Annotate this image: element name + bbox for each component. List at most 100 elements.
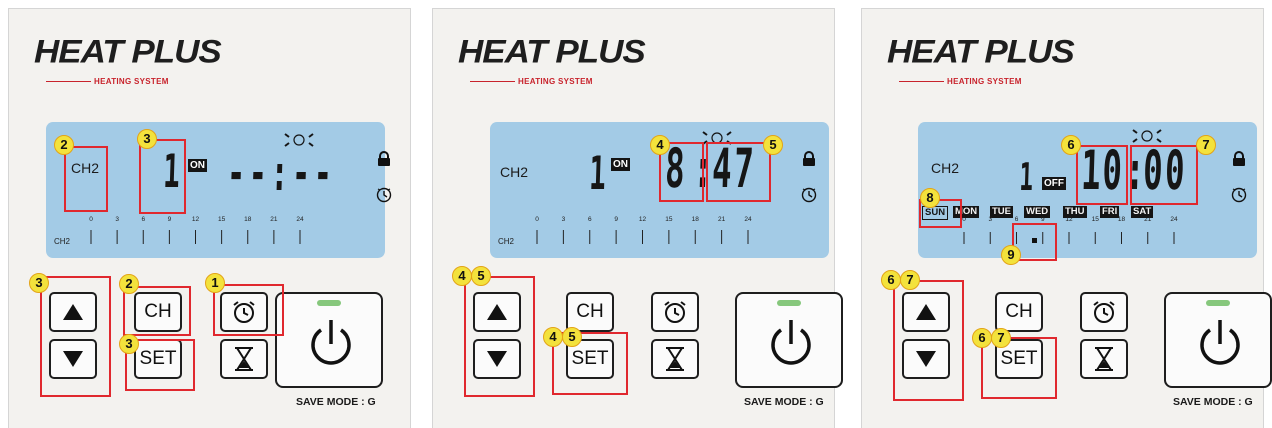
scale-label: 24: [1170, 216, 1178, 223]
scale-label: 15: [1092, 216, 1100, 223]
step-badge: 2: [54, 135, 74, 155]
panel-step-3: HEAT PLUS HEATING SYSTEM CH2 1 OFF 10 : …: [861, 8, 1272, 428]
save-mode-label: SAVE MODE : G: [1173, 396, 1253, 408]
clock-icon: [376, 187, 392, 203]
logo-text: HEAT PLUS: [34, 34, 222, 70]
highlight-minute: [1130, 145, 1198, 205]
step-badge: 6: [881, 270, 901, 290]
panel-step-2: HEAT PLUS HEATING SYSTEM CH2 1 ON 8 : 47…: [432, 8, 843, 428]
step-badge: 6: [972, 328, 992, 348]
timer-button[interactable]: [1080, 339, 1128, 379]
scale-label: 18: [244, 216, 252, 223]
step-badge: 7: [900, 270, 920, 290]
brand-logo: HEAT PLUS HEATING SYSTEM: [887, 34, 1075, 96]
scale-label: 18: [692, 216, 700, 223]
scale-label: 12: [192, 216, 200, 223]
highlight-hour: [1076, 145, 1128, 205]
step-badge: 4: [543, 327, 563, 347]
scale-label: 12: [639, 216, 647, 223]
logo-subtitle: HEATING SYSTEM: [947, 77, 1022, 86]
scale-label: 15: [218, 216, 226, 223]
scale-label: 21: [718, 216, 726, 223]
timer-button[interactable]: [220, 339, 268, 379]
logo-underline: [899, 81, 944, 82]
scale-label: 18: [1118, 216, 1126, 223]
scale-label: 24: [744, 216, 752, 223]
step-badge: 3: [119, 334, 139, 354]
lock-icon: [1232, 151, 1246, 167]
scale-label: 3: [115, 216, 119, 223]
logo-underline: [46, 81, 91, 82]
ch-button-label: CH: [1005, 301, 1033, 322]
ch-button-label: CH: [576, 301, 604, 322]
step-badge: 5: [562, 327, 582, 347]
power-icon: [771, 320, 811, 365]
scale-label: 21: [270, 216, 278, 223]
hourglass-icon: [235, 347, 253, 371]
step-badge: 6: [1061, 135, 1081, 155]
lock-icon: [377, 151, 391, 167]
power-icon: [1200, 320, 1240, 365]
step-badge: 8: [920, 188, 940, 208]
power-button[interactable]: [735, 292, 843, 388]
scale-label: 6: [588, 216, 592, 223]
logo-subtitle: HEATING SYSTEM: [94, 77, 169, 86]
step-badge: 4: [452, 266, 472, 286]
scale-label: 24: [296, 216, 304, 223]
highlight-minute: [706, 142, 771, 202]
step-badge: 4: [650, 135, 670, 155]
timer-button[interactable]: [651, 339, 699, 379]
scale-label: 9: [1041, 216, 1045, 223]
scale-label: 3: [988, 216, 992, 223]
scale-label: 9: [168, 216, 172, 223]
logo-underline: [470, 81, 515, 82]
power-led: [1206, 300, 1230, 306]
scale-label: 21: [1144, 216, 1152, 223]
highlight-channel: [64, 146, 108, 212]
logo-subtitle: HEATING SYSTEM: [518, 77, 593, 86]
save-mode-label: SAVE MODE : G: [296, 396, 376, 408]
highlight-program: [139, 139, 186, 214]
step-badge: 1: [205, 273, 225, 293]
step-badge: 5: [763, 135, 783, 155]
highlight-arrows: [464, 276, 535, 397]
scale-label: 6: [141, 216, 145, 223]
power-led: [317, 300, 341, 306]
highlight-arrows: [893, 280, 964, 401]
scale-label: 12: [1065, 216, 1073, 223]
alarm-button[interactable]: [651, 292, 699, 332]
highlight-alarm-button: [213, 284, 284, 336]
highlight-ch-button: [123, 286, 191, 336]
scale-label: 0: [535, 216, 539, 223]
scale-label: 15: [665, 216, 673, 223]
step-badge: 2: [119, 274, 139, 294]
alarm-button[interactable]: [1080, 292, 1128, 332]
scale-label: 3: [562, 216, 566, 223]
ch-button[interactable]: CH: [566, 292, 614, 332]
scale-label: 0: [962, 216, 966, 223]
save-mode-label: SAVE MODE : G: [744, 396, 824, 408]
step-badge: 5: [471, 266, 491, 286]
step-badge: 3: [29, 273, 49, 293]
logo-text: HEAT PLUS: [458, 34, 646, 70]
highlight-set-button: [981, 337, 1057, 399]
panel-step-1: HEAT PLUS HEATING SYSTEM CH2 1 ON --:-- …: [8, 8, 411, 428]
scale-channel-label: CH2: [498, 237, 515, 246]
hourglass-icon: [666, 347, 684, 371]
step-badge: 7: [1196, 135, 1216, 155]
alarm-indicator-icon: [1132, 129, 1162, 143]
clock-icon: [801, 187, 817, 203]
logo-text: HEAT PLUS: [887, 34, 1075, 70]
scale-label: 0: [89, 216, 93, 223]
step-badge: 3: [137, 129, 157, 149]
brand-logo: HEAT PLUS HEATING SYSTEM: [34, 34, 222, 96]
power-button[interactable]: [1164, 292, 1272, 388]
ch-button[interactable]: CH: [995, 292, 1043, 332]
power-button[interactable]: [275, 292, 383, 388]
alarm-indicator-icon: [284, 133, 314, 147]
scale-label: 6: [1015, 216, 1019, 223]
brand-logo: HEAT PLUS HEATING SYSTEM: [458, 34, 646, 96]
scale-channel-label: CH2: [54, 237, 71, 246]
scale-label: 9: [614, 216, 618, 223]
step-badge: 7: [991, 328, 1011, 348]
